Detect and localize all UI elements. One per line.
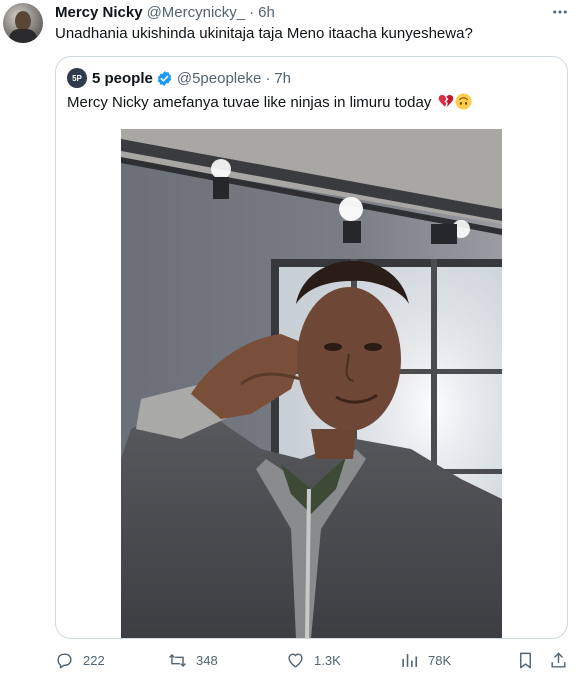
quoted-header: 5 people @5peopleke · 7h [92, 69, 291, 87]
reply-icon [57, 652, 72, 668]
verified-badge-icon [157, 70, 172, 86]
quoted-tweet[interactable]: 5P 5 people @5peopleke · 7h Mercy Nicky … [55, 56, 568, 639]
views-count: 78K [428, 652, 452, 668]
quoted-author-avatar[interactable]: 5P [67, 68, 87, 88]
header-separator: · [249, 3, 255, 21]
quoted-author-handle[interactable]: @5peopleke [177, 70, 261, 87]
views-button[interactable]: 78K [400, 648, 451, 672]
reply-count: 222 [83, 652, 105, 668]
share-icon [551, 651, 566, 668]
tweet[interactable]: Mercy Nicky @Mercynicky_ · 6h Unadhania … [0, 0, 588, 681]
broken-heart-emoji-icon [438, 95, 453, 107]
tweet-header: Mercy Nicky @Mercynicky_ · 6h [55, 3, 275, 21]
bookmark-icon [520, 652, 531, 668]
repost-count: 348 [196, 652, 218, 668]
quoted-avatar-label: 5P [72, 73, 82, 83]
views-icon [402, 653, 418, 667]
author-handle[interactable]: @Mercynicky_ [147, 4, 246, 21]
heart-icon [288, 652, 303, 668]
selfie-photo-illustration [121, 129, 502, 638]
bookmark-button[interactable] [516, 648, 535, 672]
quoted-text-line: Mercy Nicky amefanya tuvae like ninjas i… [67, 93, 472, 113]
author-name[interactable]: Mercy Nicky [55, 4, 143, 21]
quoted-time[interactable]: 7h [274, 70, 291, 87]
avatar-face [15, 11, 31, 31]
avatar-body [9, 29, 37, 43]
quoted-author-name[interactable]: 5 people [92, 70, 153, 87]
quoted-separator: · [265, 69, 271, 87]
upside-down-face-emoji-icon [454, 93, 472, 110]
share-button[interactable] [549, 648, 568, 672]
more-icon [553, 10, 567, 14]
reply-button[interactable]: 222 [55, 648, 105, 672]
like-button[interactable]: 1.3K [286, 648, 341, 672]
more-options-button[interactable] [548, 2, 572, 22]
tweet-actions: 222 348 1.3K 78K [55, 648, 575, 672]
repost-button[interactable]: 348 [168, 648, 218, 672]
repost-icon [169, 653, 186, 667]
quoted-text: Mercy Nicky amefanya tuvae like ninjas i… [67, 94, 432, 111]
quoted-photo[interactable] [121, 129, 502, 638]
author-avatar[interactable] [3, 3, 43, 43]
like-count: 1.3K [314, 652, 341, 668]
tweet-time[interactable]: 6h [258, 4, 275, 21]
tweet-text: Unadhania ukishinda ukinitaja taja Meno … [55, 25, 473, 42]
